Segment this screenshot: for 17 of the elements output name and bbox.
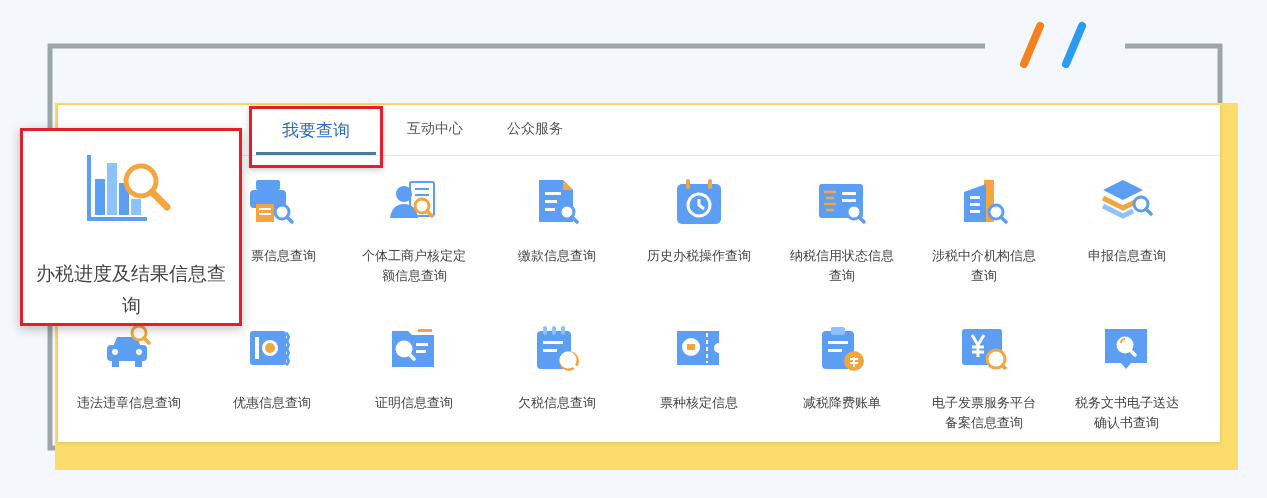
service-item[interactable]: 税务文书电子送达确认书查询 <box>1055 323 1198 443</box>
service-item[interactable]: 申报信息查询 <box>1055 176 1198 323</box>
tab[interactable]: 公众服务 <box>487 105 583 155</box>
service-item[interactable]: 涉税中介机构信息查询 <box>913 176 1056 323</box>
service-item[interactable]: 票种核定信息 <box>628 323 771 443</box>
service-item[interactable]: 欠税信息查询 <box>485 323 628 443</box>
tab[interactable]: 互动中心 <box>387 105 483 155</box>
service-item[interactable]: 电子发票服务平台备案信息查询 <box>913 323 1056 443</box>
service-item[interactable]: 历史办税操作查询 <box>628 176 771 323</box>
service-item[interactable]: 缴款信息查询 <box>485 176 628 323</box>
tab[interactable]: 我要查询 <box>256 109 376 155</box>
callout-label: 办税进度及结果信息查询 <box>35 261 227 318</box>
service-item[interactable]: 证明信息查询 <box>343 323 486 443</box>
service-item[interactable]: 纳税信用状态信息查询 <box>770 176 913 323</box>
service-item[interactable]: 个体工商户核定定额信息查询 <box>343 176 486 323</box>
service-item[interactable]: 优惠信息查询 <box>200 323 343 443</box>
service-item[interactable]: 减税降费账单 <box>770 323 913 443</box>
